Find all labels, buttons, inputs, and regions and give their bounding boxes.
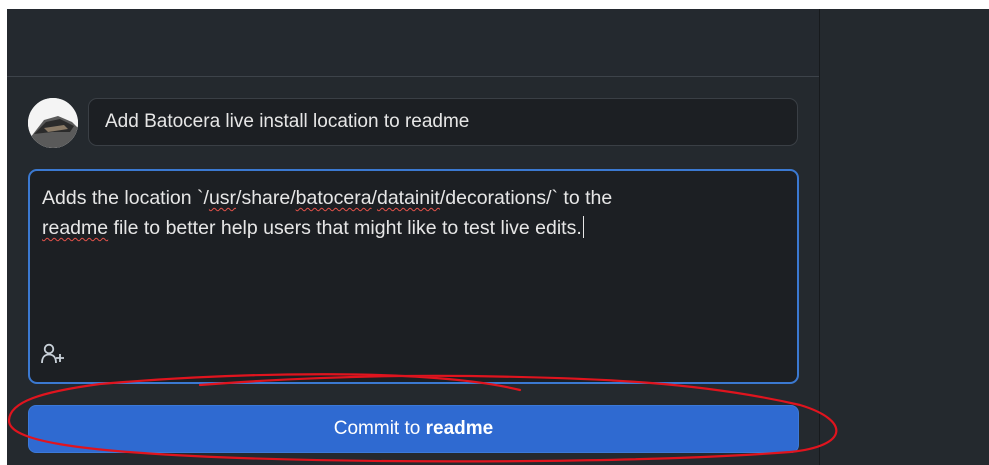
commit-description-text: Adds the location `/usr/share/batocera/d… <box>42 187 613 239</box>
avatar[interactable] <box>28 98 78 148</box>
changes-list-panel <box>7 9 819 76</box>
avatar-image <box>28 98 78 148</box>
commit-button-branch: readme <box>425 418 494 439</box>
screen-top-edge <box>0 0 989 9</box>
commit-button[interactable]: Commit to readme <box>28 405 799 453</box>
add-coauthor-icon <box>41 343 64 364</box>
text-caret <box>582 216 584 238</box>
commit-description-textarea[interactable]: Adds the location `/usr/share/batocera/d… <box>28 169 799 384</box>
screen-left-edge <box>0 9 7 465</box>
add-coauthor-button[interactable] <box>40 341 66 367</box>
commit-summary-input[interactable]: Add Batocera live install location to re… <box>88 98 798 146</box>
commit-button-prefix: Commit to <box>333 418 426 439</box>
diff-panel <box>820 9 989 465</box>
